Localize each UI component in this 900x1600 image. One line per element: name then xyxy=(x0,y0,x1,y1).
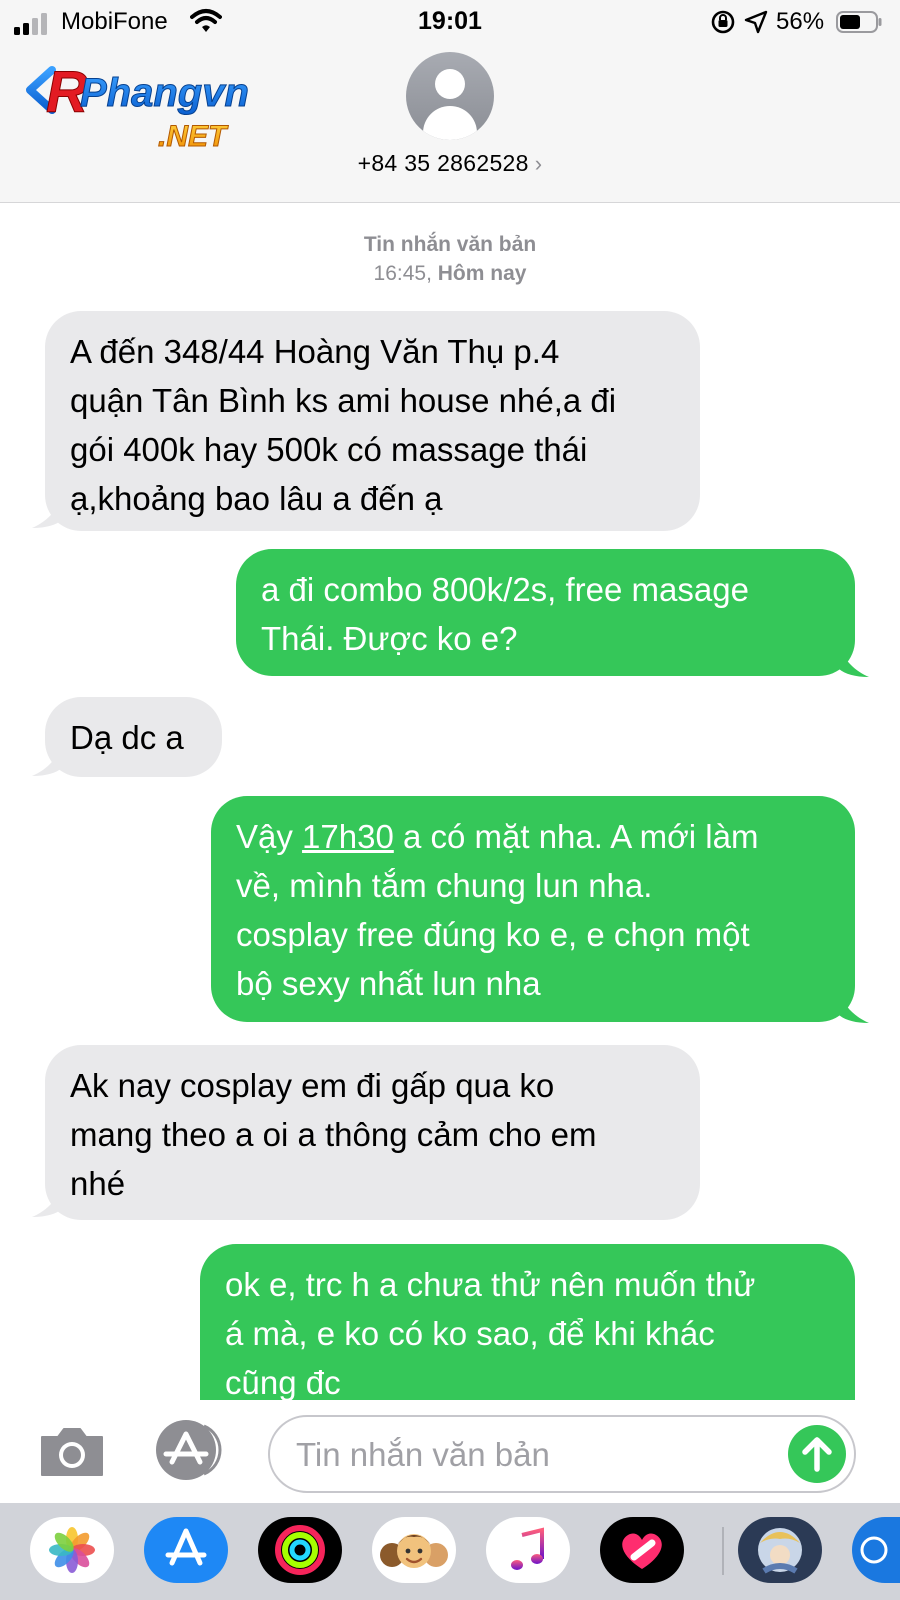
message-line: về, mình tắm chung lun nha. xyxy=(236,867,653,904)
message-text: Vậy xyxy=(236,818,303,855)
memoji-icon xyxy=(380,1534,448,1568)
watermark-logo: R Phangvn .NET xyxy=(26,60,249,154)
message-line: bộ sexy nhất lun nha xyxy=(236,965,541,1002)
digital-touch-icon xyxy=(622,1533,662,1569)
timestamp-day: Hôm nay xyxy=(437,262,527,285)
message-line: quận Tân Bình ks ami house nhé,a đi xyxy=(70,382,617,419)
message-line: A đến 348/44 Hoàng Văn Thụ p.4 xyxy=(70,333,560,370)
activity-app-button[interactable] xyxy=(258,1517,342,1583)
message-line: Thái. Được ko e? xyxy=(261,620,518,657)
battery-percent: 56% xyxy=(776,8,825,35)
svg-text:Phangvn: Phangvn xyxy=(80,71,249,115)
message-line: cũng đc xyxy=(225,1364,341,1400)
message-composer xyxy=(0,1400,900,1503)
status-bar: MobiFone 19:01 56% xyxy=(0,0,900,44)
message-text: a có mặt nha. A mới làm xyxy=(393,818,759,855)
message-line: a đi combo 800k/2s, free masage xyxy=(261,571,749,608)
message-line: gói 400k hay 500k có massage thái xyxy=(70,431,588,468)
message-input-field[interactable] xyxy=(268,1415,856,1493)
rotation-lock-icon xyxy=(711,10,735,34)
more-apps-button[interactable] xyxy=(852,1517,900,1583)
arrow-up-icon xyxy=(802,1437,832,1472)
svg-text:.NET: .NET xyxy=(158,120,229,153)
message-line: mang theo a oi a thông cảm cho em xyxy=(70,1116,597,1153)
message-line: Vậy 17h30 a có mặt nha. A mới làm xyxy=(236,812,830,861)
message-type-label: Tin nhắn văn bản xyxy=(363,233,537,256)
message-line: Dạ dc a xyxy=(70,719,184,756)
photos-app-button[interactable] xyxy=(30,1517,114,1583)
camera-icon[interactable] xyxy=(38,1425,106,1477)
outgoing-message[interactable]: Vậy 17h30 a có mặt nha. A mới làm về, mì… xyxy=(211,796,855,1022)
timestamp-time: 16:45, xyxy=(373,262,432,285)
message-line: cosplay free đúng ko e, e chọn một xyxy=(236,916,750,953)
outgoing-message[interactable]: ok e, trc h a chưa thử nên muốn thử á mà… xyxy=(200,1244,855,1400)
message-line: ok e, trc h a chưa thử nên muốn thử xyxy=(225,1266,756,1303)
app-store-app-button[interactable] xyxy=(144,1517,228,1583)
contact-avatar[interactable] xyxy=(406,52,494,140)
location-arrow-icon xyxy=(744,10,768,34)
incoming-message[interactable]: A đến 348/44 Hoàng Văn Thụ p.4 quận Tân … xyxy=(45,311,700,531)
digital-touch-app-button[interactable] xyxy=(600,1517,684,1583)
app-store-button-icon[interactable] xyxy=(152,1420,226,1480)
message-line: ạ,khoảng bao lâu a đến ạ xyxy=(70,480,443,517)
message-input[interactable] xyxy=(294,1427,768,1483)
memoji-app-button[interactable] xyxy=(372,1517,456,1583)
battery-icon xyxy=(836,11,882,33)
drawer-divider xyxy=(722,1527,724,1575)
chevron-right-icon: › xyxy=(534,151,543,176)
timestamp-label: 16:45, Hôm nay xyxy=(0,262,900,286)
music-app-button[interactable] xyxy=(486,1517,570,1583)
incoming-message[interactable]: Dạ dc a xyxy=(45,697,222,777)
message-thread[interactable]: Tin nhắn văn bản 16:45, Hôm nay A đến 34… xyxy=(0,203,900,1400)
conversation-header: R Phangvn .NET +84 35 2862528 › xyxy=(0,44,900,203)
game-icon xyxy=(758,1528,802,1574)
send-button[interactable] xyxy=(788,1425,846,1483)
music-icon xyxy=(511,1527,544,1570)
message-line: á mà, e ko có ko sao, để khi khác xyxy=(225,1315,715,1352)
app-store-icon xyxy=(165,1528,207,1566)
contact-number: +84 35 2862528 xyxy=(357,150,529,176)
activity-icon xyxy=(275,1525,325,1575)
more-icon xyxy=(860,1536,888,1564)
contact-title[interactable]: +84 35 2862528 › xyxy=(0,150,900,177)
imessage-app-drawer xyxy=(0,1503,900,1600)
incoming-message[interactable]: Ak nay cosplay em đi gấp qua ko mang the… xyxy=(45,1045,700,1220)
message-line: Ak nay cosplay em đi gấp qua ko xyxy=(70,1067,555,1104)
message-line: nhé xyxy=(70,1165,126,1202)
photos-icon xyxy=(49,1527,95,1573)
game-app-button[interactable] xyxy=(738,1517,822,1583)
time-link[interactable]: 17h30 xyxy=(302,818,394,855)
outgoing-message[interactable]: a đi combo 800k/2s, free masage Thái. Đư… xyxy=(236,549,855,676)
